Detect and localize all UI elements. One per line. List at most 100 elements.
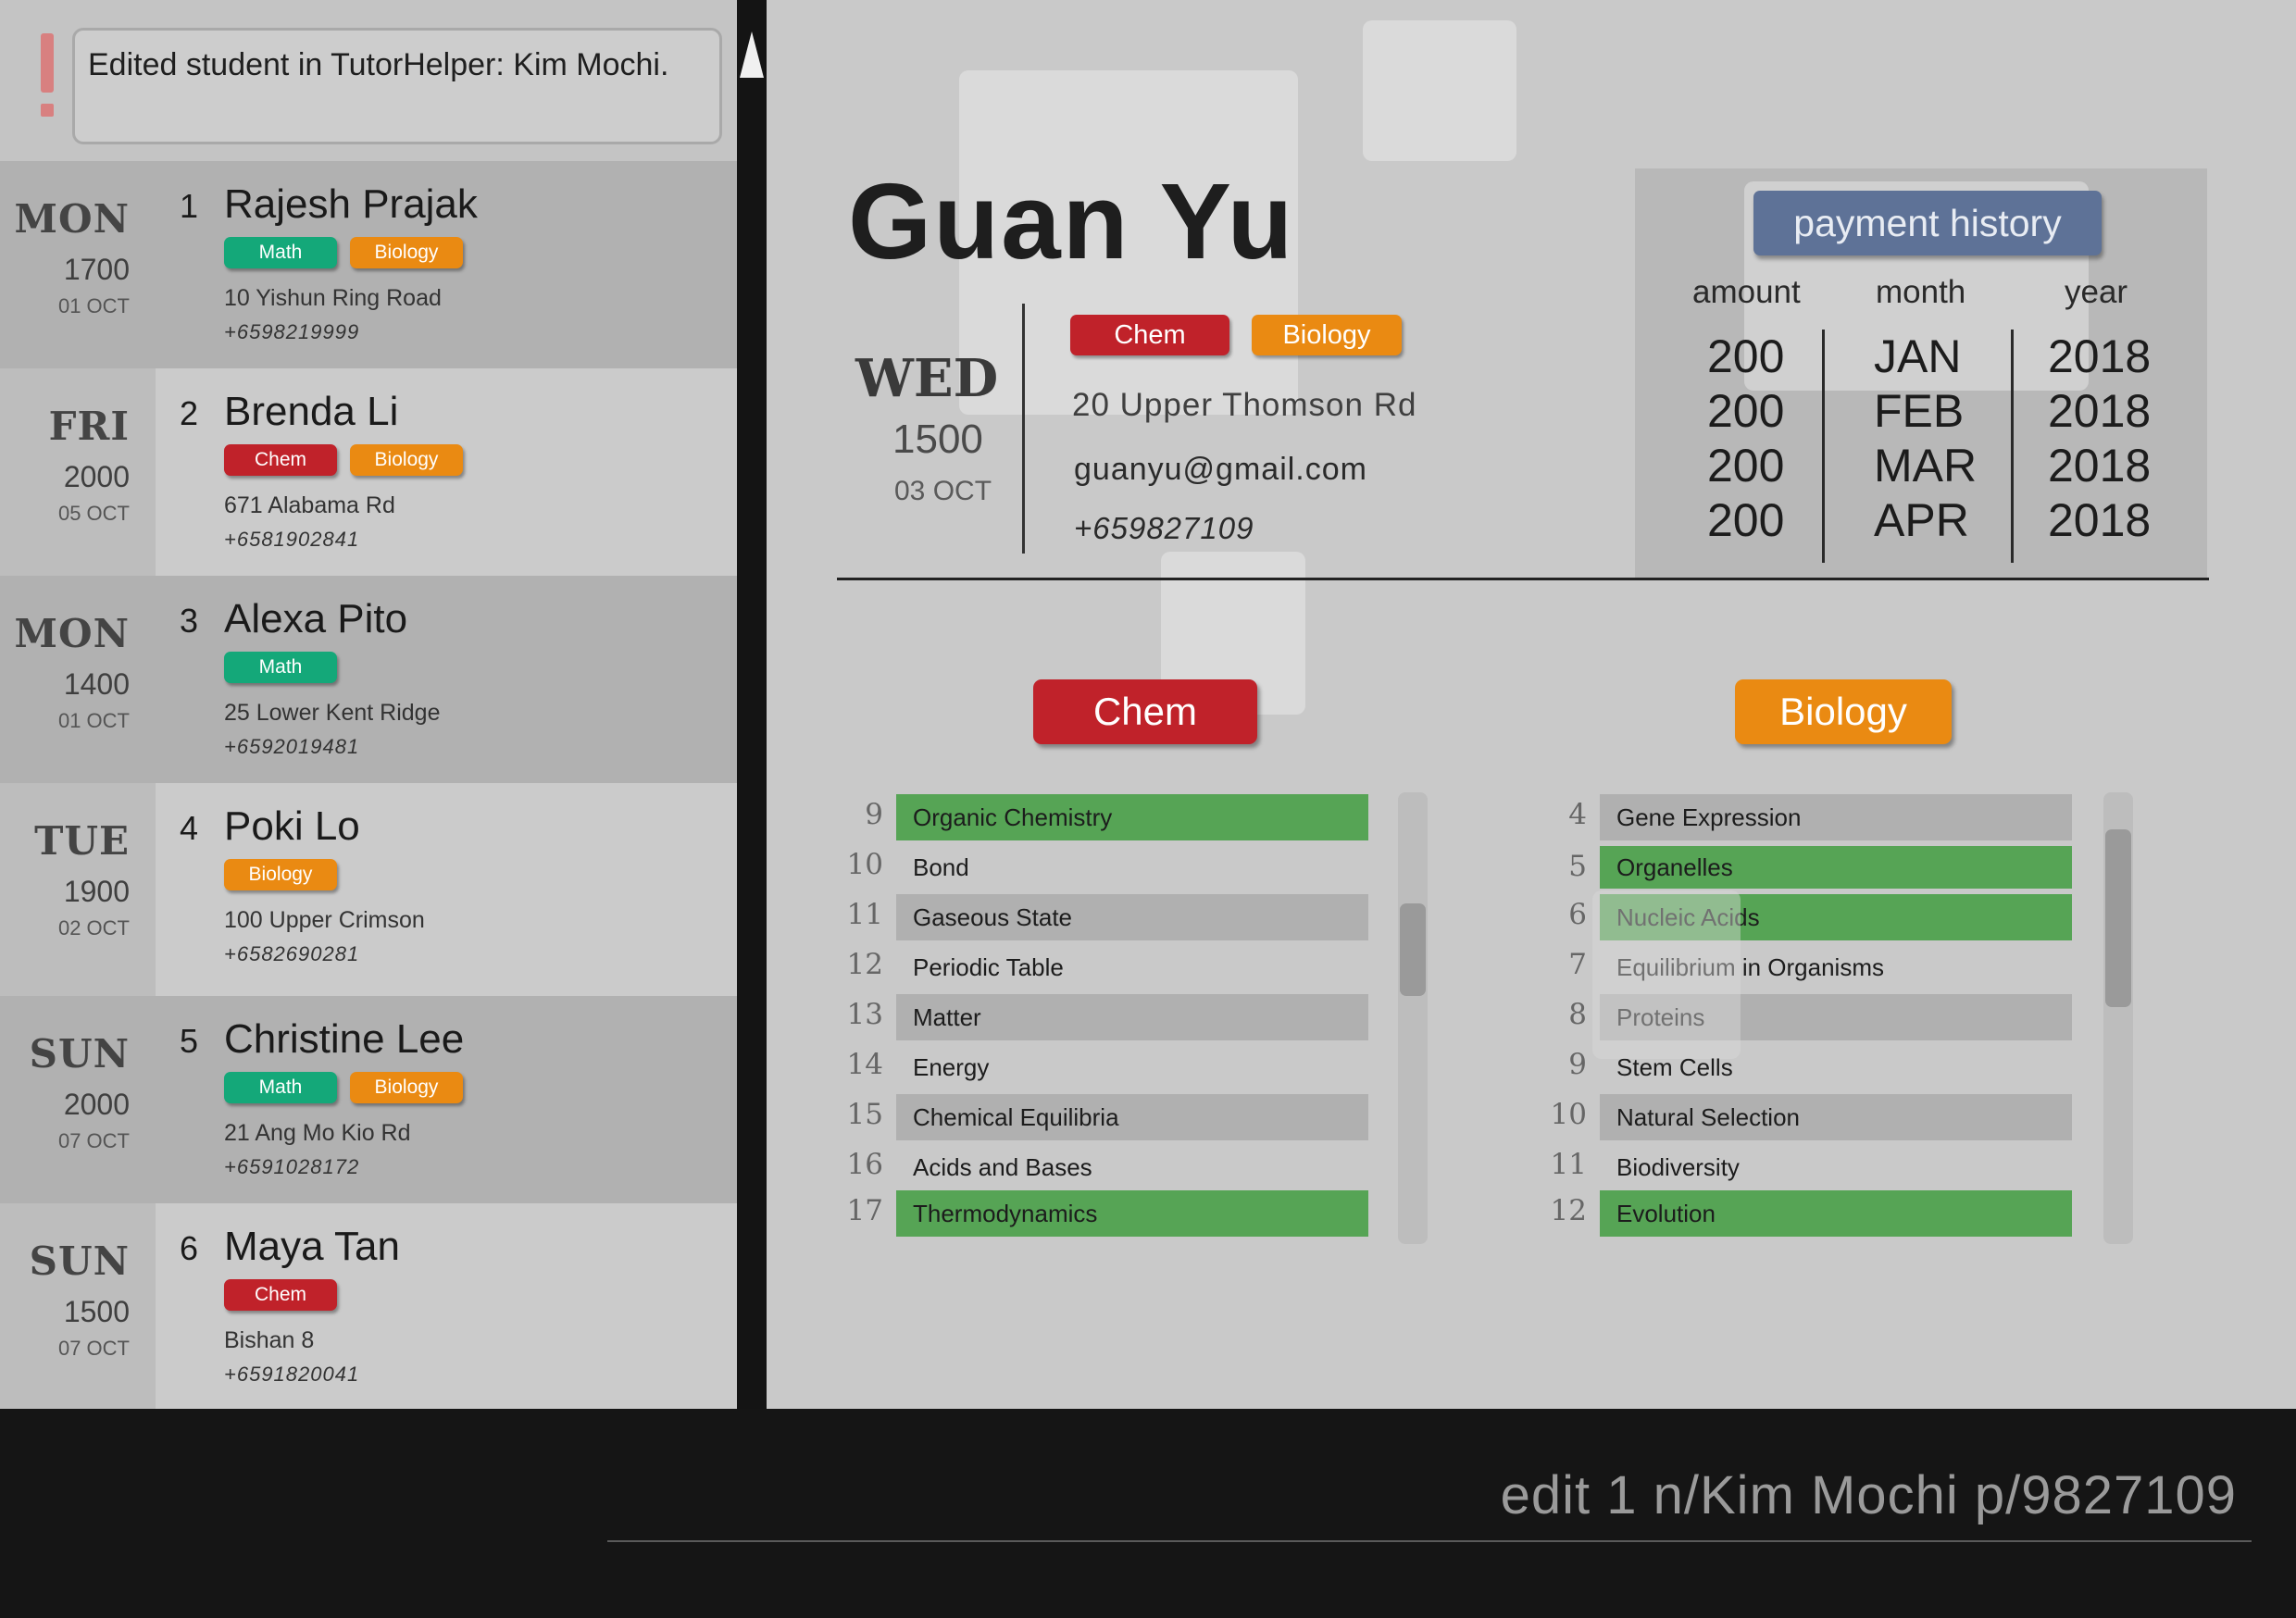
lesson-date: 07 OCT (57, 1337, 130, 1360)
lesson-day: FRI (48, 404, 130, 449)
lesson-time: SUN 1500 07 OCT (0, 1203, 156, 1409)
chem-topic-list[interactable]: 9 Organic Chemistry 10 Bond 11 Gaseous S… (841, 794, 1433, 1242)
chem-topic-scrollbar[interactable] (1398, 792, 1428, 1244)
detail-address: 20 Upper Thomson Rd (1072, 387, 1417, 423)
command-input[interactable]: edit 1 n/Kim Mochi p/9827109 (1501, 1464, 2237, 1526)
tag-biology: Biology (224, 859, 337, 890)
topic-row[interactable]: 10 Bond (841, 844, 1396, 890)
student-name: Alexa Pito (224, 596, 408, 641)
student-card[interactable]: SUN 1500 07 OCT 6 Maya Tan Chem Bishan 8… (0, 1203, 737, 1409)
command-underline (607, 1540, 2252, 1542)
topic-row[interactable]: 14 Energy (841, 1044, 1396, 1090)
subject-tags: Biology (224, 859, 337, 890)
student-index: 1 (180, 187, 199, 225)
tag-biology: Biology (1252, 315, 1402, 355)
student-card[interactable]: TUE 1900 02 OCT 4 Poki Lo Biology 100 Up… (0, 783, 737, 996)
student-info: 4 Poki Lo Biology 100 Upper Crimson +658… (156, 783, 737, 996)
topic-number: 7 (1568, 948, 1587, 981)
topic-row[interactable]: 15 Chemical Equilibria (841, 1094, 1396, 1140)
payment-year: 2018 (2048, 494, 2152, 546)
chem-subject-button[interactable]: Chem (1033, 679, 1257, 744)
biology-topic-scrollbar[interactable] (2103, 792, 2133, 1244)
list-scrollbar[interactable] (737, 0, 767, 1409)
detail-student-name: Guan Yu (848, 161, 1295, 281)
detail-lesson-day: WED (855, 348, 999, 409)
topic-name: Acids and Bases (913, 1153, 1092, 1181)
scroll-thumb[interactable] (1400, 903, 1426, 996)
payment-history-button[interactable]: payment history (1753, 191, 2102, 255)
lesson-hour: 1400 (63, 667, 130, 701)
subject-tags: Math Biology (224, 237, 463, 268)
topic-row[interactable]: 17 Thermodynamics (841, 1190, 1396, 1237)
student-address: 25 Lower Kent Ridge (224, 700, 441, 726)
payment-amount-column: 200 200 200 200 (1707, 330, 1784, 548)
lesson-time: MON 1700 01 OCT (0, 161, 156, 368)
payment-year-column: 2018 2018 2018 2018 (2048, 330, 2151, 548)
payment-amount: 200 (1707, 494, 1785, 546)
lesson-date: 02 OCT (57, 916, 130, 940)
lesson-hour: 1500 (63, 1295, 130, 1328)
student-card[interactable]: MON 1400 01 OCT 3 Alexa Pito Math 25 Low… (0, 576, 737, 783)
student-index: 5 (180, 1022, 199, 1060)
student-card[interactable]: FRI 2000 05 OCT 2 Brenda Li Chem Biology… (0, 368, 737, 576)
payment-header-month: month (1876, 274, 1966, 310)
student-phone: +6592019481 (224, 735, 360, 758)
result-display: Edited student in TutorHelper: Kim Mochi… (0, 0, 737, 161)
topic-row[interactable]: 13 Matter (841, 994, 1396, 1040)
payment-year: 2018 (2048, 385, 2152, 437)
topic-number: 6 (1568, 898, 1587, 931)
student-phone: +6591820041 (224, 1363, 360, 1386)
topic-row[interactable]: 9 Organic Chemistry (841, 794, 1396, 840)
student-card[interactable]: MON 1700 01 OCT 1 Rajesh Prajak Math Bio… (0, 161, 737, 368)
topic-number: 11 (846, 898, 883, 931)
lesson-time: MON 1400 01 OCT (0, 576, 156, 783)
payment-year: 2018 (2048, 330, 2152, 382)
lesson-hour: 2000 (63, 460, 130, 493)
topic-name: Organelles (1600, 846, 2072, 889)
topic-row[interactable]: 12 Evolution (1544, 1190, 2100, 1237)
tag-chem: Chem (224, 1279, 337, 1311)
student-phone: +6581902841 (224, 528, 360, 551)
student-address: 100 Upper Crimson (224, 907, 425, 933)
topic-number: 9 (865, 798, 883, 831)
background-decoration (1363, 20, 1516, 161)
topic-name: Periodic Table (913, 953, 1064, 981)
student-list[interactable]: MON 1700 01 OCT 1 Rajesh Prajak Math Bio… (0, 161, 737, 1409)
student-phone: +6598219999 (224, 320, 360, 343)
topic-number: 17 (846, 1194, 883, 1227)
topic-row[interactable]: 11 Biodiversity (1544, 1144, 2100, 1190)
scroll-thumb[interactable] (2105, 829, 2131, 1007)
topic-row[interactable]: 4 Gene Expression (1544, 794, 2100, 840)
payment-amount: 200 (1707, 440, 1785, 492)
topic-row[interactable]: 5 Organelles (1544, 846, 2100, 892)
lesson-day: MON (14, 196, 130, 242)
topic-number: 16 (846, 1148, 883, 1181)
student-index: 3 (180, 602, 199, 640)
payment-amount: 200 (1707, 330, 1785, 382)
topic-row[interactable]: 11 Gaseous State (841, 894, 1396, 940)
tag-math: Math (224, 652, 337, 683)
student-index: 6 (180, 1229, 199, 1267)
payment-month: MAR (1874, 440, 1978, 492)
result-message: Edited student in TutorHelper: Kim Mochi… (72, 28, 722, 144)
subject-tags: Math Biology (224, 1072, 463, 1103)
detail-divider (1022, 304, 1025, 554)
topic-number: 9 (1568, 1048, 1587, 1081)
student-name: Christine Lee (224, 1016, 465, 1062)
topic-number: 13 (846, 998, 883, 1031)
topic-row[interactable]: 10 Natural Selection (1544, 1094, 2100, 1140)
tag-chem: Chem (224, 444, 337, 476)
topic-row[interactable]: 16 Acids and Bases (841, 1144, 1396, 1190)
topic-number: 11 (1550, 1148, 1587, 1181)
topic-row[interactable]: 12 Periodic Table (841, 944, 1396, 990)
tag-biology: Biology (350, 444, 463, 476)
student-card[interactable]: SUN 2000 07 OCT 5 Christine Lee Math Bio… (0, 996, 737, 1203)
topic-number: 12 (1550, 1194, 1587, 1227)
biology-subject-button[interactable]: Biology (1735, 679, 1952, 744)
lesson-date: 05 OCT (57, 502, 130, 525)
detail-lesson-date: 03 OCT (894, 476, 992, 506)
topic-name: Biodiversity (1616, 1153, 1740, 1181)
payment-month: APR (1874, 494, 1969, 546)
topic-number: 15 (846, 1098, 883, 1131)
scroll-up-arrow-icon[interactable] (740, 31, 764, 78)
